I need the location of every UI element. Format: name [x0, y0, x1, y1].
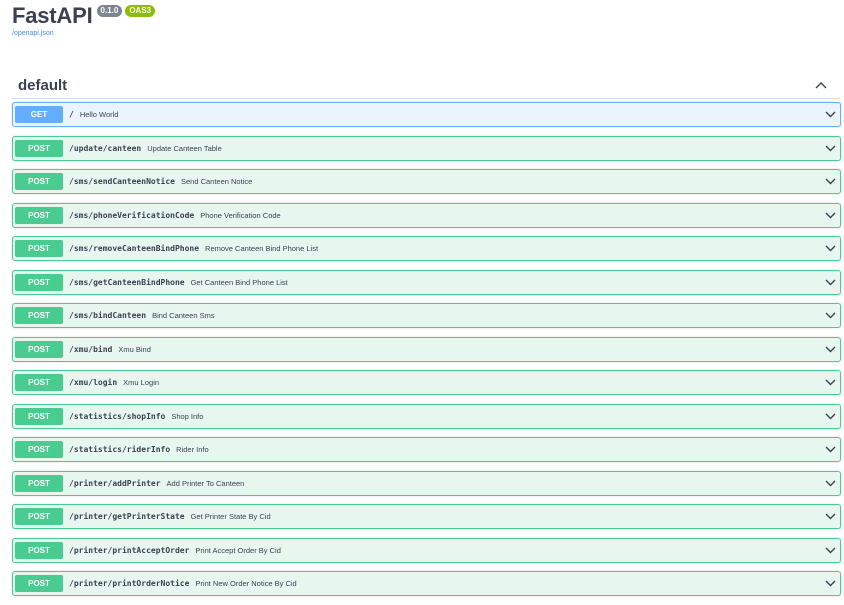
endpoint-path: /update/canteen [69, 143, 142, 153]
chevron-down-icon[interactable] [823, 376, 837, 390]
operation-row[interactable]: POST/statistics/shopInfo Shop Info [12, 403, 841, 429]
endpoint-summary: Xmu Login [123, 378, 160, 387]
operation-row[interactable]: POST/sms/sendCanteenNotice Send Canteen N… [12, 169, 841, 194]
endpoint-path: /xmu/bind [69, 344, 113, 354]
operation-row[interactable]: POST/xmu/bind Xmu Bind [12, 336, 841, 362]
method-badge: POST [15, 273, 63, 291]
endpoint-path: / [69, 110, 74, 119]
method-badge: POST [15, 240, 63, 257]
endpoint-summary: Hello World [79, 110, 119, 119]
operation-row[interactable]: POST/printer/getPrinterState Get Printer … [12, 504, 841, 529]
operation-row[interactable]: POST/sms/getCanteenBindPhone Get Canteen … [12, 269, 841, 295]
operations-list: GET / Hello World POST/update/canteen Update… [12, 102, 841, 605]
method-badge: POST [15, 173, 63, 190]
method-badge: POST [15, 307, 63, 324]
operation-row[interactable]: POST/sms/removeCanteenBindPhone Remove Ca… [12, 236, 841, 261]
chevron-down-icon[interactable] [823, 476, 837, 490]
api-header: FastAPI 0.1.0 OAS3 /openapi.json [12, 2, 156, 37]
method-badge: POST [15, 541, 63, 559]
section-header-default[interactable]: default [12, 72, 840, 99]
endpoint-path: /xmu/login [69, 378, 118, 387]
method-badge: POST [15, 374, 63, 391]
endpoint-path: /sms/removeCanteenBindPhone [69, 244, 200, 253]
endpoint-path: /statistics/riderInfo [69, 445, 171, 454]
endpoint-summary: Get Canteen Bind Phone List [190, 277, 288, 287]
chevron-down-icon[interactable] [823, 510, 837, 524]
operation-row[interactable]: POST/sms/phoneVerificationCode Phone Veri… [12, 202, 841, 228]
chevron-down-icon[interactable] [823, 443, 837, 457]
endpoint-path: /printer/getPrinterState [69, 512, 185, 521]
operation-row[interactable]: POST/printer/printAcceptOrder Print Accep… [12, 537, 841, 563]
method-badge: POST [15, 340, 63, 358]
endpoint-summary: Shop Info [171, 411, 204, 421]
endpoint-summary: Print Accept Order By Cid [195, 545, 281, 555]
chevron-up-icon[interactable] [812, 76, 830, 94]
method-badge: POST [15, 206, 63, 224]
chevron-down-icon[interactable] [823, 175, 837, 189]
endpoint-summary: Xmu Bind [118, 344, 151, 354]
method-badge: POST [15, 474, 63, 492]
endpoint-path: /printer/printOrderNotice [69, 579, 190, 588]
oas-badge: OAS3 [125, 5, 156, 17]
endpoint-summary: Get Printer State By Cid [190, 512, 271, 521]
endpoint-summary: Bind Canteen Sms [152, 311, 215, 320]
operation-row[interactable]: POST/xmu/login Xmu Login [12, 370, 841, 395]
chevron-down-icon[interactable] [823, 342, 837, 356]
endpoint-path: /printer/addPrinter [69, 478, 161, 488]
openapi-json-link[interactable]: /openapi.json [12, 30, 155, 37]
endpoint-summary: Print New Order Notice By Cid [195, 579, 297, 588]
endpoint-path: /sms/sendCanteenNotice [69, 177, 175, 186]
method-badge: POST [15, 139, 63, 157]
version-badge: 0.1.0 [96, 5, 123, 17]
endpoint-summary: Rider Info [176, 445, 209, 454]
chevron-down-icon[interactable] [823, 309, 837, 323]
endpoint-path: /sms/getCanteenBindPhone [69, 277, 185, 287]
operation-row[interactable]: POST/sms/bindCanteen Bind Canteen Sms [12, 303, 841, 328]
title-row: FastAPI 0.1.0 OAS3 [12, 2, 156, 30]
operation-row[interactable]: POST/statistics/riderInfo Rider Info [12, 437, 841, 462]
endpoint-summary: Remove Canteen Bind Phone List [205, 244, 319, 253]
chevron-down-icon[interactable] [823, 208, 837, 222]
operation-row[interactable]: GET / Hello World [12, 102, 841, 127]
chevron-down-icon[interactable] [823, 242, 837, 256]
chevron-down-icon[interactable] [823, 141, 837, 155]
method-badge: POST [15, 575, 63, 592]
endpoint-path: /sms/phoneVerificationCode [69, 210, 195, 220]
method-badge: POST [15, 407, 63, 425]
endpoint-summary: Phone Verification Code [200, 210, 281, 220]
chevron-down-icon[interactable] [823, 108, 837, 122]
endpoint-summary: Add Printer To Canteen [166, 478, 245, 488]
method-badge: GET [15, 106, 63, 123]
operation-row[interactable]: POST/printer/addPrinter Add Printer To Ca… [12, 470, 841, 496]
section-title: default [18, 76, 68, 94]
app-title: FastAPI [12, 3, 93, 28]
endpoint-path: /statistics/shopInfo [69, 411, 166, 421]
method-badge: POST [15, 441, 63, 458]
endpoint-path: /sms/bindCanteen [69, 311, 147, 320]
chevron-down-icon[interactable] [823, 275, 837, 289]
method-badge: POST [15, 508, 63, 525]
operation-row[interactable]: POST/update/canteen Update Canteen Table [12, 135, 841, 161]
chevron-down-icon[interactable] [823, 409, 837, 423]
endpoint-summary: Send Canteen Notice [180, 177, 253, 186]
chevron-down-icon[interactable] [823, 577, 837, 591]
endpoint-path: /printer/printAcceptOrder [69, 545, 190, 555]
chevron-down-icon[interactable] [823, 543, 837, 557]
operation-row[interactable]: POST/printer/printOrderNotice Print New O… [12, 571, 841, 596]
endpoint-summary: Update Canteen Table [147, 143, 222, 153]
